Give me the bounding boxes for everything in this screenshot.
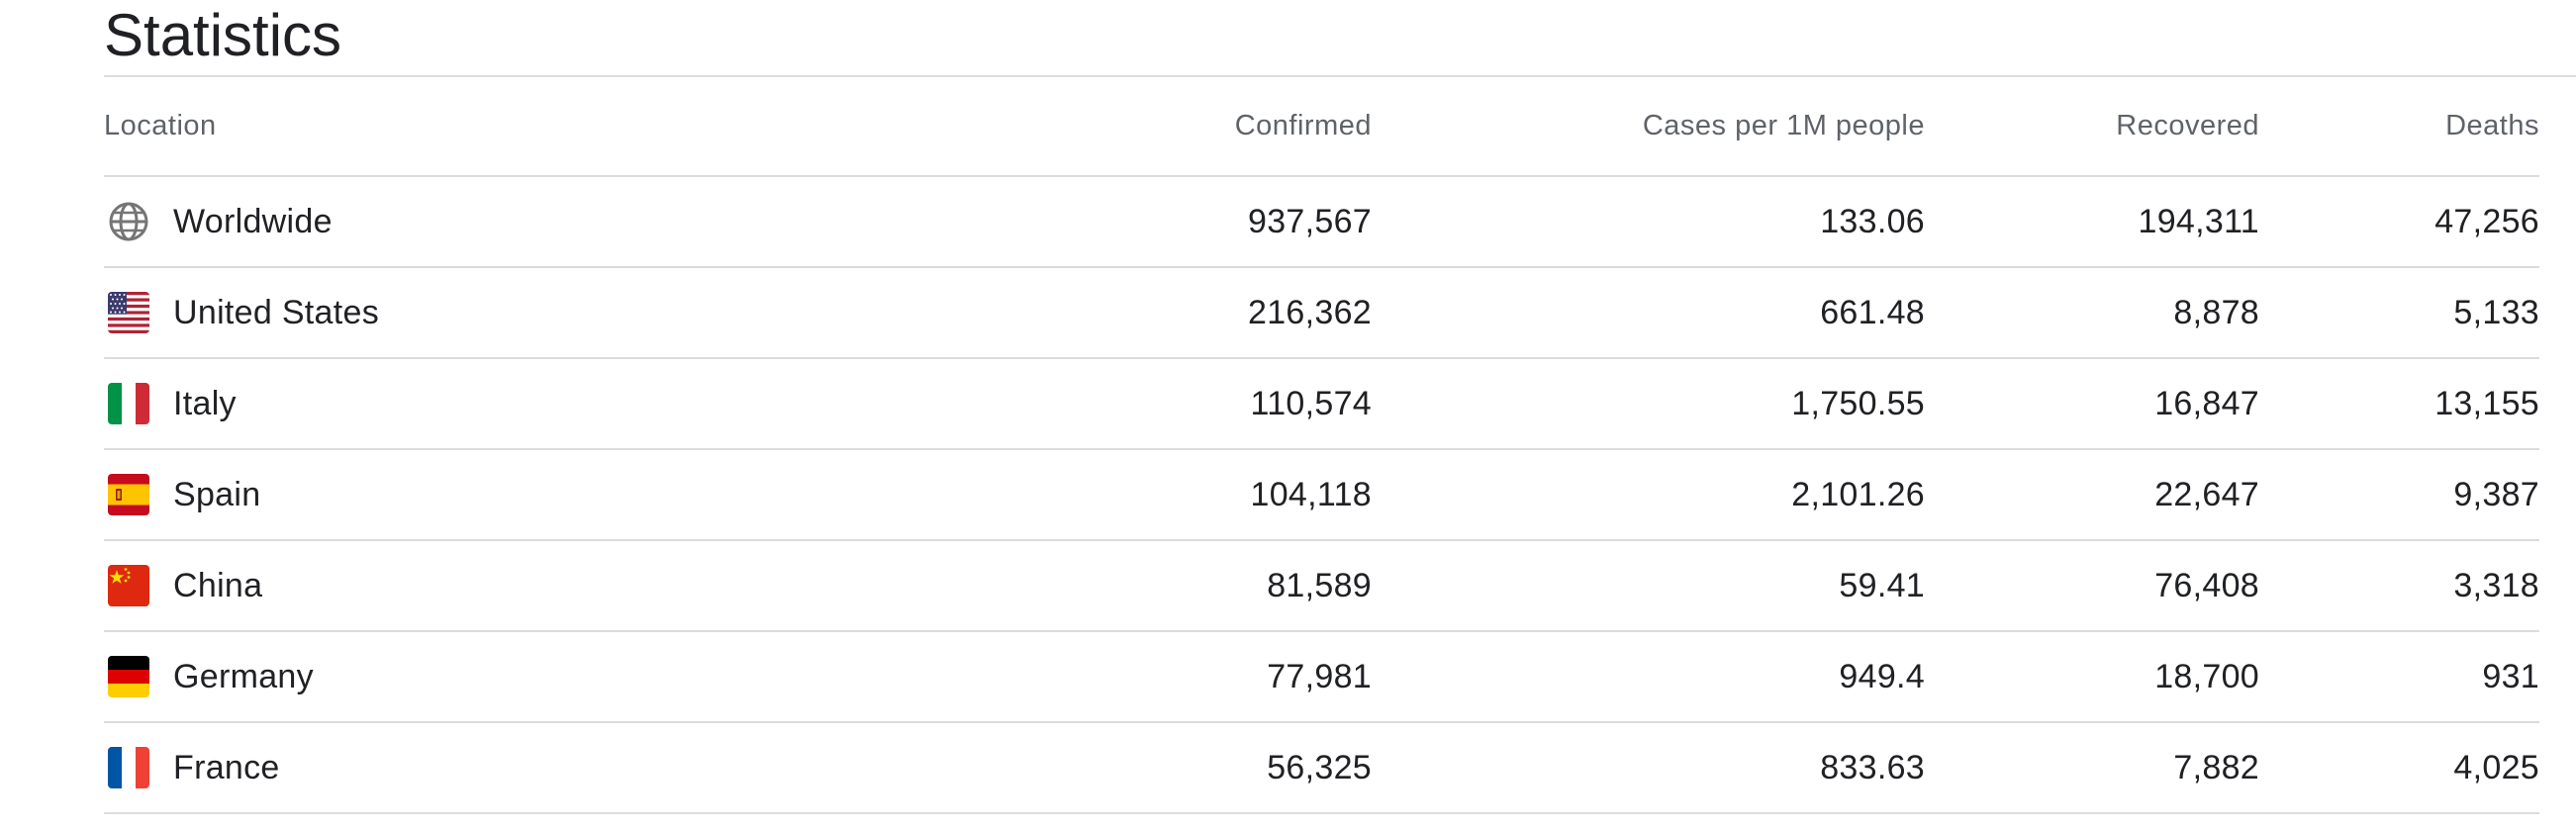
recovered-value: 76,408 (2154, 566, 2259, 604)
location-name: Germany (173, 657, 314, 695)
location-cell: Worldwide (104, 176, 737, 267)
location-cell: Italy (104, 358, 737, 449)
location-name: France (173, 748, 280, 786)
confirmed-value: 104,118 (1250, 475, 1372, 513)
confirmed-value: 937,567 (1247, 202, 1372, 240)
globe-icon (108, 201, 149, 242)
cases-per-1m-value: 59.41 (1839, 566, 1925, 604)
recovered-value: 7,882 (2173, 748, 2259, 786)
cases-per-1m-value: 1,750.55 (1791, 384, 1925, 422)
italy-flag-icon (108, 383, 149, 424)
recovered-value: 16,847 (2154, 384, 2259, 422)
table-row[interactable]: China 81,589 59.41 76,408 3,318 (104, 540, 2539, 631)
location-cell: Spain (104, 449, 737, 540)
location-name: Spain (173, 475, 261, 513)
location-name: Worldwide (173, 202, 333, 240)
statistics-table: Location Confirmed Cases per 1M people R… (104, 77, 2539, 814)
china-flag-icon (108, 565, 149, 606)
header-deaths[interactable]: Deaths (2259, 77, 2539, 176)
page-title: Statistics (104, 2, 342, 68)
header-row: Location Confirmed Cases per 1M people R… (104, 77, 2539, 176)
deaths-value: 931 (2482, 657, 2539, 695)
recovered-value: 194,311 (2138, 202, 2259, 240)
recovered-value: 8,878 (2173, 293, 2259, 331)
table-row[interactable]: France 56,325 833.63 7,882 4,025 (104, 722, 2539, 813)
us-flag-icon (108, 292, 149, 333)
location-name: Italy (173, 384, 237, 422)
location-cell: China (104, 540, 737, 631)
header-location[interactable]: Location (104, 77, 737, 176)
confirmed-value: 216,362 (1247, 293, 1372, 331)
table-header: Location Confirmed Cases per 1M people R… (104, 77, 2539, 176)
header-cases-per-1m[interactable]: Cases per 1M people (1372, 77, 1925, 176)
deaths-value: 13,155 (2434, 384, 2539, 422)
table-row[interactable]: Worldwide 937,567 133.06 194,311 47,256 (104, 176, 2539, 267)
location-cell: France (104, 722, 737, 813)
table-row[interactable]: Germany 77,981 949.4 18,700 931 (104, 631, 2539, 722)
table-row[interactable]: Spain 104,118 2,101.26 22,647 9,387 (104, 449, 2539, 540)
cases-per-1m-value: 133.06 (1820, 202, 1925, 240)
cases-per-1m-value: 833.63 (1820, 748, 1925, 786)
deaths-value: 47,256 (2434, 202, 2539, 240)
france-flag-icon (108, 747, 149, 788)
recovered-value: 22,647 (2154, 475, 2259, 513)
deaths-value: 9,387 (2453, 475, 2539, 513)
location-name: United States (173, 293, 380, 331)
location-name: China (173, 566, 263, 604)
cases-per-1m-value: 661.48 (1820, 293, 1925, 331)
confirmed-value: 56,325 (1267, 748, 1372, 786)
statistics-panel: Statistics Location Confirmed Cases per … (104, 0, 2576, 814)
table-row[interactable]: United States 216,362 661.48 8,878 5,133 (104, 267, 2539, 358)
confirmed-value: 81,589 (1267, 566, 1372, 604)
deaths-value: 3,318 (2453, 566, 2539, 604)
cases-per-1m-value: 2,101.26 (1791, 475, 1925, 513)
table-row[interactable]: Italy 110,574 1,750.55 16,847 13,155 (104, 358, 2539, 449)
confirmed-value: 110,574 (1250, 384, 1372, 422)
deaths-value: 5,133 (2453, 293, 2539, 331)
spain-flag-icon (108, 474, 149, 515)
header-confirmed[interactable]: Confirmed (737, 77, 1372, 176)
location-cell: United States (104, 267, 737, 358)
deaths-value: 4,025 (2453, 748, 2539, 786)
confirmed-value: 77,981 (1267, 657, 1372, 695)
cases-per-1m-value: 949.4 (1839, 657, 1925, 695)
location-cell: Germany (104, 631, 737, 722)
recovered-value: 18,700 (2154, 657, 2259, 695)
header-recovered[interactable]: Recovered (1925, 77, 2259, 176)
germany-flag-icon (108, 656, 149, 697)
